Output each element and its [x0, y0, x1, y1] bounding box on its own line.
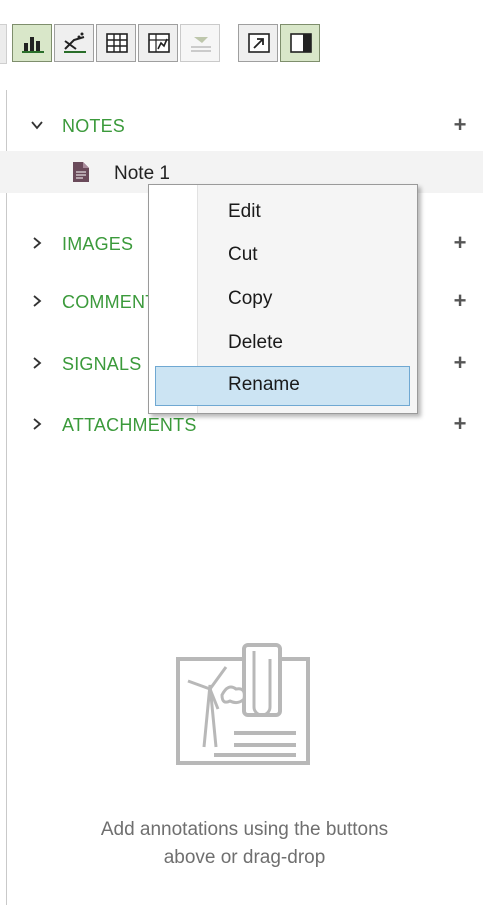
empty-state-message: Add annotations using the buttons above … [0, 816, 483, 872]
add-attachment-button[interactable]: + [452, 413, 468, 435]
section-label: IMAGES [62, 234, 134, 254]
add-comment-button[interactable]: + [452, 290, 468, 312]
menu-item-cut[interactable]: Cut [149, 236, 417, 276]
panel-left-border [6, 90, 7, 905]
popout-icon [248, 33, 270, 53]
chevron-right-icon[interactable] [30, 235, 44, 251]
context-menu: Edit Cut Copy Delete Rename [148, 184, 418, 414]
section-label: NOTES [62, 116, 126, 136]
table-view-button[interactable] [96, 24, 136, 62]
chevron-right-icon[interactable] [30, 355, 44, 371]
toolbar-overflow-stub[interactable] [0, 24, 7, 64]
menu-item-copy[interactable]: Copy [149, 280, 417, 320]
menu-item-label: Cut [228, 244, 258, 265]
empty-state-line-2: above or drag-drop [163, 847, 326, 868]
chevron-right-icon[interactable] [30, 416, 44, 432]
curve-icon [64, 32, 86, 53]
chevron-right-icon[interactable] [30, 293, 44, 309]
document-icon [73, 162, 89, 182]
bar-chart-view-button[interactable] [12, 24, 52, 62]
add-signal-button[interactable]: + [452, 352, 468, 374]
annotation-icon [191, 37, 211, 52]
curve-fit-view-button[interactable] [54, 24, 94, 62]
side-panel-icon [290, 33, 312, 53]
menu-item-edit[interactable]: Edit [149, 193, 417, 233]
bar-chart-icon [22, 37, 44, 53]
plot-icon [148, 33, 170, 53]
menu-item-label: Copy [228, 288, 273, 309]
add-image-button[interactable]: + [452, 232, 468, 254]
menu-item-label: Rename [228, 374, 300, 395]
annotation-view-button[interactable] [180, 24, 220, 62]
table-icon [106, 33, 128, 53]
popout-button[interactable] [238, 24, 278, 62]
add-note-button[interactable]: + [452, 114, 468, 136]
section-label: ATTACHMENTS [62, 415, 197, 435]
menu-item-delete[interactable]: Delete [149, 324, 417, 364]
plot-view-button[interactable] [138, 24, 178, 62]
section-notes[interactable]: NOTES + [0, 104, 483, 148]
annotation-illustration-icon [176, 643, 310, 765]
side-panel-button[interactable] [280, 24, 320, 62]
menu-item-label: Delete [228, 332, 283, 353]
note-label: Note 1 [114, 163, 170, 184]
section-label: SIGNALS [62, 354, 142, 374]
chevron-down-icon[interactable] [30, 117, 44, 133]
menu-item-label: Edit [228, 201, 261, 222]
empty-state-line-1: Add annotations using the buttons [100, 819, 389, 840]
menu-item-rename[interactable]: Rename [155, 366, 410, 406]
